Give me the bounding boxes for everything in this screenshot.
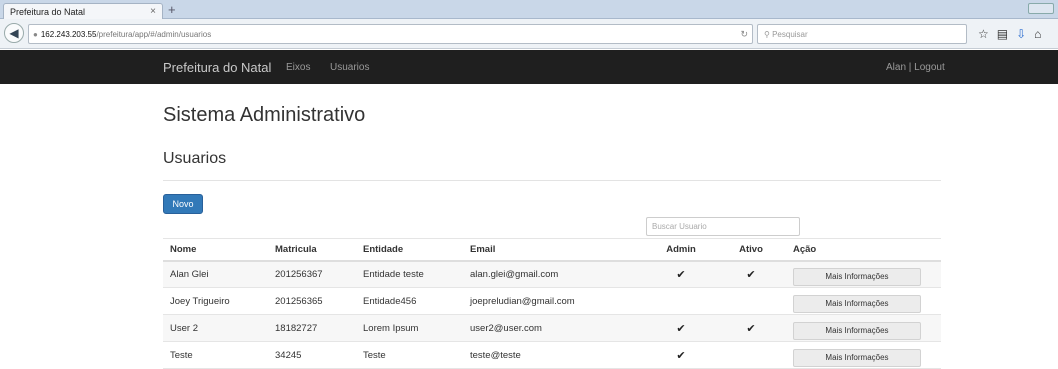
cell-entidade: Lorem Ipsum — [356, 314, 463, 342]
table-row: Teste 34245 Teste teste@teste ✔ Mais Inf… — [163, 341, 941, 369]
cell-acao: Mais Informações — [786, 314, 941, 342]
ativo-check-icon — [716, 287, 786, 315]
column-header-acao: Ação — [786, 238, 941, 262]
table-row: User 2 18182727 Lorem Ipsum user2@user.c… — [163, 314, 941, 342]
cell-matricula: 201256365 — [268, 287, 356, 315]
search-icon: ⚲ — [764, 30, 770, 39]
window-controls[interactable] — [1028, 3, 1054, 14]
cell-matricula: 201256367 — [268, 260, 356, 288]
browser-toolbar: ◀ ● 162.243.203.55/prefeitura/app/#/admin… — [0, 19, 1058, 49]
browser-search-input[interactable]: ⚲ Pesquisar — [757, 24, 967, 44]
cell-acao: Mais Informações — [786, 260, 941, 288]
ativo-check-icon — [716, 341, 786, 369]
url-host: 162.243.203.55 — [40, 30, 97, 39]
ativo-check-icon: ✔ — [716, 260, 786, 288]
cell-entidade: Entidade teste — [356, 260, 463, 288]
column-header-entidade: Entidade — [356, 238, 463, 262]
admin-check-icon: ✔ — [646, 341, 716, 369]
more-info-button[interactable]: Mais Informações — [793, 267, 921, 286]
column-header-ativo: Ativo — [716, 238, 786, 262]
tab-title: Prefeitura do Natal — [10, 7, 86, 17]
cell-acao: Mais Informações — [786, 341, 941, 369]
site-brand[interactable]: Prefeitura do Natal — [163, 60, 271, 75]
cell-email: joepreludian@gmail.com — [463, 287, 646, 315]
cell-matricula: 34245 — [268, 341, 356, 369]
more-info-button[interactable]: Mais Informações — [793, 348, 921, 367]
more-info-button[interactable]: Mais Informações — [793, 294, 921, 313]
cell-nome: User 2 — [163, 314, 268, 342]
cell-nome: Alan Glei — [163, 260, 268, 288]
nav-link-eixos[interactable]: Eixos — [286, 62, 310, 73]
admin-check-icon — [646, 287, 716, 315]
page-title: Sistema Administrativo — [163, 104, 366, 126]
column-header-matricula: Matricula — [268, 238, 356, 262]
cell-entidade: Teste — [356, 341, 463, 369]
browser-tab[interactable]: Prefeitura do Natal × — [3, 3, 163, 20]
url-bar[interactable]: ● 162.243.203.55/prefeitura/app/#/admin/u… — [28, 24, 753, 44]
cell-nome: Joey Trigueiro — [163, 287, 268, 315]
download-icon[interactable]: ⇩ — [1016, 27, 1034, 41]
search-placeholder: Pesquisar — [772, 30, 808, 39]
browser-tabstrip: Prefeitura do Natal × + — [0, 0, 1058, 20]
site-navbar: Prefeitura do Natal Eixos Usuarios Alan … — [0, 50, 1058, 84]
search-user-input[interactable]: Buscar Usuario — [646, 217, 800, 236]
bookmarks-icon[interactable]: ▤ — [997, 27, 1016, 41]
table-header-row: Nome Matricula Entidade Email Admin Ativ… — [163, 238, 941, 262]
ativo-check-icon: ✔ — [716, 314, 786, 342]
cell-email: alan.glei@gmail.com — [463, 260, 646, 288]
user-logout-link[interactable]: Alan | Logout — [886, 62, 945, 73]
new-tab-button[interactable]: + — [168, 2, 176, 17]
lock-icon: ● — [33, 30, 38, 39]
cell-email: user2@user.com — [463, 314, 646, 342]
table-row: Joey Trigueiro 201256365 Entidade456 joe… — [163, 287, 941, 315]
home-icon[interactable]: ⌂ — [1034, 27, 1049, 41]
column-header-admin: Admin — [646, 238, 716, 262]
column-header-nome: Nome — [163, 238, 268, 262]
cell-matricula: 18182727 — [268, 314, 356, 342]
star-icon[interactable]: ☆ — [978, 27, 997, 41]
column-header-email: Email — [463, 238, 646, 262]
admin-check-icon: ✔ — [646, 314, 716, 342]
cell-nome: Teste — [163, 341, 268, 369]
cell-entidade: Entidade456 — [356, 287, 463, 315]
back-icon[interactable]: ◀ — [4, 23, 24, 43]
url-path: /prefeitura/app/#/admin/usuarios — [96, 30, 212, 39]
more-info-button[interactable]: Mais Informações — [793, 321, 921, 340]
section-title: Usuarios — [163, 150, 227, 167]
toolbar-icons: ☆▤⇩⌂ — [978, 27, 1049, 41]
cell-acao: Mais Informações — [786, 287, 941, 315]
divider — [163, 180, 941, 181]
cell-email: teste@teste — [463, 341, 646, 369]
admin-check-icon: ✔ — [646, 260, 716, 288]
reload-icon[interactable]: ↻ — [740, 29, 748, 40]
close-tab-icon[interactable]: × — [150, 6, 156, 17]
nav-link-usuarios[interactable]: Usuarios — [330, 62, 369, 73]
table-row: Alan Glei 201256367 Entidade teste alan.… — [163, 260, 941, 288]
new-user-button[interactable]: Novo — [163, 194, 203, 214]
users-table: Nome Matricula Entidade Email Admin Ativ… — [163, 238, 941, 369]
